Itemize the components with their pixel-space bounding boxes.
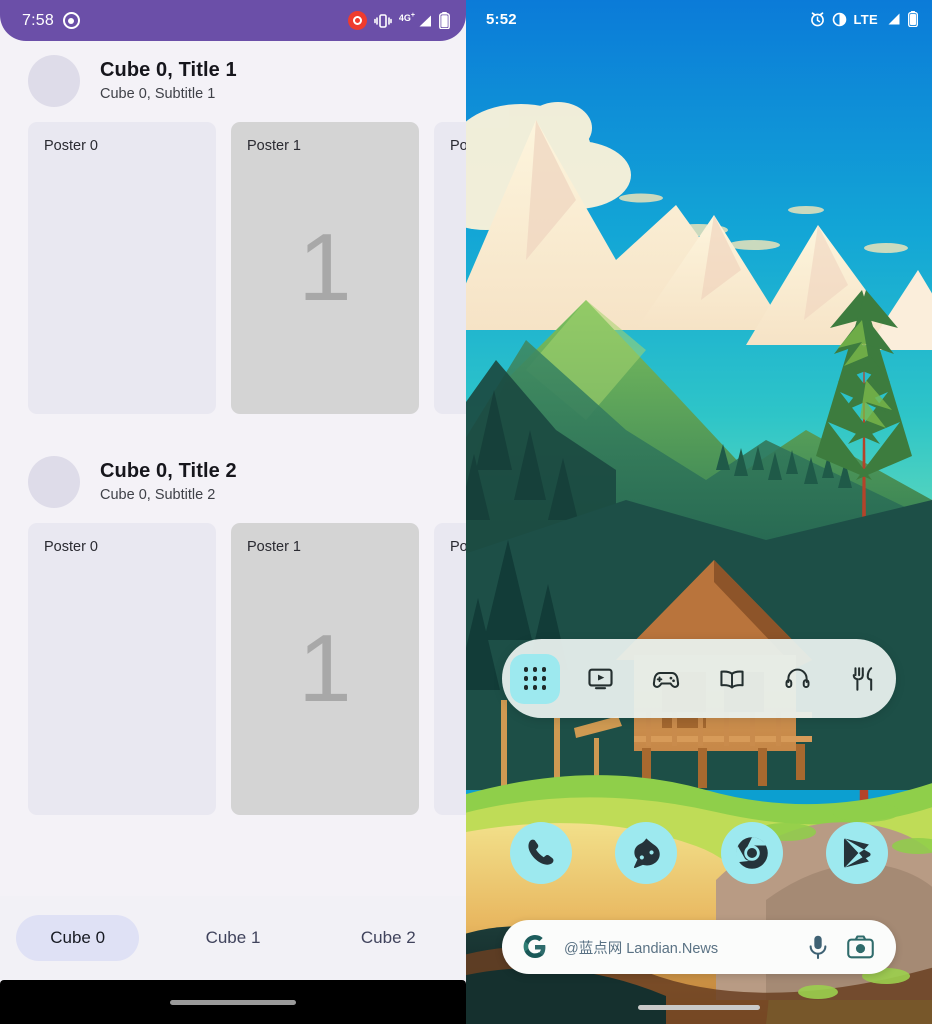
cube-group: Cube 0, Title 2 Cube 0, Subtitle 2 Poste… xyxy=(0,442,466,815)
avatar xyxy=(28,55,80,107)
alarm-icon xyxy=(810,12,824,27)
nav-tab-cube-2[interactable]: Cube 2 xyxy=(311,896,466,980)
location-icon xyxy=(62,12,80,29)
gesture-handle[interactable] xyxy=(170,999,296,1005)
poster-card[interactable]: Poster 1 1 xyxy=(231,523,419,815)
category-audio[interactable] xyxy=(772,654,822,704)
poster-card[interactable]: Poster 0 xyxy=(28,122,216,414)
right-status-bar: 5:52 LTE xyxy=(466,0,932,38)
nav-tab-cube-1[interactable]: Cube 1 xyxy=(155,896,310,980)
group-header: Cube 0, Title 2 Cube 0, Subtitle 2 xyxy=(0,442,466,516)
gesture-handle[interactable] xyxy=(638,1005,760,1010)
app-category-bar xyxy=(502,639,896,718)
category-books[interactable] xyxy=(707,654,757,704)
avatar xyxy=(28,456,80,508)
battery-icon xyxy=(439,12,450,29)
left-app-content: Cube 0, Title 1 Cube 0, Subtitle 1 Poste… xyxy=(0,41,466,1024)
nav-tab-label: Cube 2 xyxy=(360,928,416,947)
vibrate-icon xyxy=(832,12,846,26)
group-text: Cube 0, Title 2 Cube 0, Subtitle 2 xyxy=(100,459,237,504)
group-subtitle: Cube 0, Subtitle 1 xyxy=(100,86,216,103)
left-status-bar: 7:58 4G+ xyxy=(0,0,466,41)
screen-record-icon xyxy=(347,11,367,30)
search-actions xyxy=(807,934,874,960)
left-phone-screen: 7:58 4G+ Cube 0, Title 1 Cube 0, Subtitl… xyxy=(0,0,466,1024)
battery-icon xyxy=(908,11,918,27)
poster-label: Poster 0 xyxy=(44,539,98,555)
fork-knife-icon xyxy=(852,666,873,691)
left-status-bar-left: 7:58 xyxy=(22,12,80,30)
poster-card[interactable]: Poster 0 xyxy=(28,523,216,815)
category-all-apps[interactable] xyxy=(509,653,560,704)
poster-card[interactable]: Poster 2 xyxy=(434,122,466,414)
tv-play-icon xyxy=(588,668,613,690)
nav-tab-label: Cube 1 xyxy=(205,928,261,947)
dock-app-chrome[interactable] xyxy=(720,822,783,884)
lte-label: LTE xyxy=(853,11,878,27)
poster-row[interactable]: Poster 0 Poster 1 1 Poster 2 xyxy=(0,523,466,815)
group-title: Cube 0, Title 2 xyxy=(100,460,237,483)
network-label: 4G xyxy=(398,12,411,23)
poster-label: Poster 0 xyxy=(44,138,98,154)
right-status-clock: 5:52 xyxy=(486,10,517,28)
poster-label: Poster 2 xyxy=(450,539,466,555)
category-food[interactable] xyxy=(838,654,888,704)
poster-card[interactable]: Poster 1 1 xyxy=(231,122,419,414)
bottom-navigation: Cube 0 Cube 1 Cube 2 xyxy=(0,896,466,980)
google-search-bar[interactable]: @蓝点网 Landian.News xyxy=(502,920,896,974)
messages-icon xyxy=(634,838,660,869)
left-status-clock: 7:58 xyxy=(22,11,54,29)
vibrate-icon xyxy=(374,13,392,28)
network-superscript: + xyxy=(410,11,415,19)
signal-icon xyxy=(888,13,900,25)
poster-label: Poster 1 xyxy=(247,138,301,154)
group-title: Cube 0, Title 1 xyxy=(100,59,237,82)
cube-group: Cube 0, Title 1 Cube 0, Subtitle 1 Poste… xyxy=(0,41,466,414)
category-video[interactable] xyxy=(575,654,625,704)
chrome-icon xyxy=(735,837,768,869)
poster-label: Poster 1 xyxy=(247,539,301,555)
apps-grid-icon xyxy=(523,667,547,690)
left-status-bar-right: 4G+ xyxy=(347,11,450,30)
nav-tab-cube-0[interactable]: Cube 0 xyxy=(0,896,155,980)
book-icon xyxy=(720,670,744,688)
right-gesture-nav-area xyxy=(466,1005,932,1010)
play-store-icon xyxy=(844,838,871,868)
right-phone-screen: 5:52 LTE @蓝点网 Landian.News xyxy=(466,0,932,1024)
category-games[interactable] xyxy=(641,654,691,704)
signal-4g-plus-icon: 4G+ xyxy=(398,11,432,28)
google-g-icon xyxy=(523,935,546,958)
gamepad-icon xyxy=(653,671,680,688)
dock-app-play-store[interactable] xyxy=(826,822,889,884)
left-gesture-nav-area xyxy=(0,980,466,1024)
dock-app-messages[interactable] xyxy=(615,822,678,884)
poster-row[interactable]: Poster 0 Poster 1 1 Poster 2 xyxy=(0,122,466,414)
microphone-icon[interactable] xyxy=(807,934,829,960)
camera-lens-icon[interactable] xyxy=(847,935,874,959)
right-status-bar-right: LTE xyxy=(810,11,919,27)
dual-screenshot-container: 7:58 4G+ Cube 0, Title 1 Cube 0, Subtitl… xyxy=(0,0,932,1024)
nav-tab-label: Cube 0 xyxy=(16,915,140,961)
phone-icon xyxy=(528,839,554,865)
poster-number: 1 xyxy=(298,214,352,321)
headphones-icon xyxy=(785,668,810,689)
group-subtitle: Cube 0, Subtitle 2 xyxy=(100,487,216,504)
poster-label: Poster 2 xyxy=(450,138,466,154)
poster-number: 1 xyxy=(298,615,352,722)
search-placeholder-text: @蓝点网 Landian.News xyxy=(564,940,719,957)
dock xyxy=(466,818,932,888)
dock-app-phone[interactable] xyxy=(509,822,572,884)
group-text: Cube 0, Title 1 Cube 0, Subtitle 1 xyxy=(100,58,237,103)
poster-card[interactable]: Poster 2 xyxy=(434,523,466,815)
group-header: Cube 0, Title 1 Cube 0, Subtitle 1 xyxy=(0,41,466,115)
